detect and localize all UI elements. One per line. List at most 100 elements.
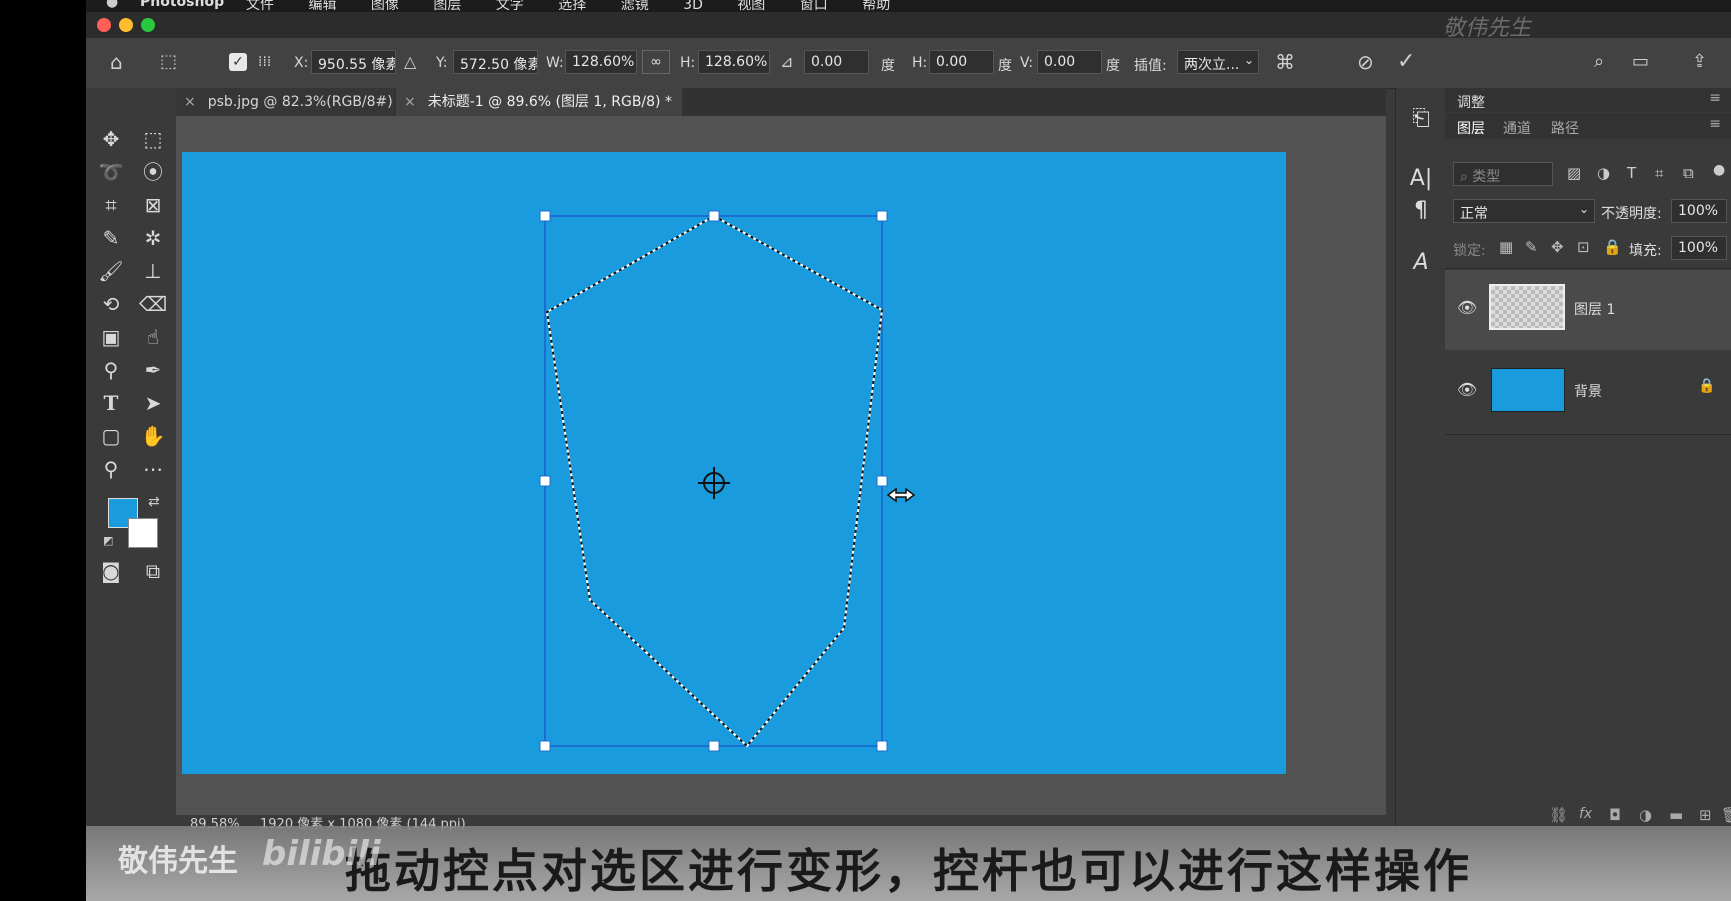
workspace-icon[interactable]: ▭ bbox=[1632, 52, 1649, 72]
menu-item[interactable]: 图像 bbox=[371, 0, 399, 12]
swap-colors-icon[interactable]: ⇄ bbox=[148, 494, 160, 510]
eraser-tool-icon[interactable]: ⌫ bbox=[138, 289, 168, 319]
crop-tool-icon[interactable]: ⌗ bbox=[96, 190, 126, 220]
brush-tool-icon[interactable]: 🖌 bbox=[96, 256, 126, 286]
commit-transform-icon[interactable]: ✓ bbox=[1397, 51, 1415, 73]
tab-channels[interactable]: 通道 bbox=[1503, 118, 1531, 138]
share-icon[interactable]: ⇪ bbox=[1692, 52, 1707, 72]
menu-item[interactable]: 文件 bbox=[246, 0, 274, 12]
menu-item[interactable]: 视图 bbox=[737, 0, 765, 12]
path-selection-tool-icon[interactable]: ➤ bbox=[138, 388, 168, 418]
relative-position-icon[interactable]: △ bbox=[404, 52, 416, 72]
visibility-eye-icon[interactable]: 👁 bbox=[1457, 298, 1477, 317]
transform-handle[interactable] bbox=[539, 475, 551, 487]
default-colors-icon[interactable]: ◩ bbox=[103, 534, 113, 547]
filter-toggle-icon[interactable]: ● bbox=[1713, 162, 1725, 178]
panel-menu-icon[interactable]: ≡ bbox=[1709, 116, 1721, 132]
y-position-field[interactable]: 572.50 像素 bbox=[453, 50, 538, 74]
filter-adjustment-icon[interactable]: ◑ bbox=[1597, 164, 1610, 182]
type-tool-icon[interactable]: T bbox=[96, 388, 126, 418]
close-tab-icon[interactable]: × bbox=[404, 94, 416, 110]
move-tool-icon[interactable]: ✥ bbox=[96, 124, 126, 154]
history-brush-tool-icon[interactable]: ⟲ bbox=[96, 289, 126, 319]
transform-handle[interactable] bbox=[708, 740, 720, 752]
zoom-window-button[interactable] bbox=[141, 18, 155, 32]
lock-artboard-icon[interactable]: ⊡ bbox=[1577, 238, 1590, 256]
vskew-field[interactable]: 0.00 bbox=[1037, 50, 1102, 74]
layer-name[interactable]: 背景 bbox=[1574, 381, 1602, 401]
add-mask-icon[interactable]: ◘ bbox=[1609, 806, 1621, 824]
marquee-tool-icon[interactable]: ⬚ bbox=[138, 124, 168, 154]
fill-field[interactable]: 100% bbox=[1671, 236, 1727, 260]
history-icon[interactable]: ⎗ bbox=[1406, 104, 1436, 134]
layer-row-layer-1[interactable]: 👁 图层 1 bbox=[1445, 270, 1731, 350]
background-color-swatch[interactable] bbox=[128, 518, 158, 548]
stamp-tool-icon[interactable]: ⊥ bbox=[138, 256, 168, 286]
eyedropper-tool-icon[interactable]: ✎ bbox=[96, 223, 126, 253]
glyphs-icon[interactable]: A bbox=[1406, 248, 1436, 278]
lock-pixels-icon[interactable]: ✎ bbox=[1525, 238, 1538, 256]
dodge-tool-icon[interactable]: ⚲ bbox=[96, 355, 126, 385]
pen-tool-icon[interactable]: ✒ bbox=[138, 355, 168, 385]
interpolation-select[interactable]: 两次立... ⌄ bbox=[1177, 50, 1259, 74]
reference-point-icon[interactable] bbox=[698, 467, 730, 499]
adjustment-layer-icon[interactable]: ◑ bbox=[1639, 806, 1652, 824]
hskew-field[interactable]: 0.00 bbox=[929, 50, 994, 74]
menu-app-name[interactable]: Photoshop bbox=[140, 0, 224, 10]
lock-all-icon[interactable]: 🔒 bbox=[1603, 238, 1622, 256]
home-icon[interactable]: ⌂ bbox=[110, 52, 123, 72]
lock-transparency-icon[interactable]: ▦ bbox=[1499, 238, 1513, 256]
filter-pixel-icon[interactable]: ▨ bbox=[1567, 164, 1581, 182]
more-tools-icon[interactable]: ⋯ bbox=[138, 454, 168, 484]
height-field[interactable]: 128.60% bbox=[698, 50, 770, 74]
menu-item[interactable]: 图层 bbox=[433, 0, 461, 12]
menu-item[interactable]: 3D bbox=[683, 0, 703, 12]
lock-icon[interactable]: 🔒 bbox=[1698, 378, 1715, 394]
reference-point-icon[interactable]: ⁞⁞⁞ bbox=[258, 52, 271, 72]
cancel-transform-icon[interactable]: ⊘ bbox=[1357, 52, 1374, 72]
transform-handle[interactable] bbox=[876, 475, 888, 487]
menu-item[interactable]: 滤镜 bbox=[621, 0, 649, 12]
link-icon[interactable]: ∞ bbox=[642, 50, 670, 74]
delete-layer-icon[interactable]: 🗑 bbox=[1721, 806, 1731, 824]
zoom-tool-icon[interactable]: ⚲ bbox=[96, 454, 126, 484]
filter-shape-icon[interactable]: ⌗ bbox=[1655, 164, 1663, 182]
layer-name[interactable]: 图层 1 bbox=[1574, 299, 1615, 319]
quick-selection-tool-icon[interactable]: ⦿ bbox=[138, 157, 168, 187]
new-group-icon[interactable]: ▬ bbox=[1669, 806, 1683, 824]
filter-smart-object-icon[interactable]: ⧉ bbox=[1683, 164, 1694, 182]
transform-handle[interactable] bbox=[876, 210, 888, 222]
close-window-button[interactable] bbox=[97, 18, 111, 32]
tab-adjustments[interactable]: 调整 bbox=[1457, 92, 1485, 112]
tab-untitled-1[interactable]: × 未标题-1 @ 89.6% (图层 1, RGB/8) * bbox=[396, 88, 682, 116]
layer-style-icon[interactable]: fx bbox=[1579, 806, 1592, 822]
menu-item[interactable]: 帮助 bbox=[862, 0, 890, 12]
shape-tool-icon[interactable]: ▢ bbox=[96, 421, 126, 451]
tab-layers[interactable]: 图层 bbox=[1457, 118, 1485, 138]
paragraph-icon[interactable]: ¶ bbox=[1406, 196, 1436, 226]
blend-mode-select[interactable]: 正常 ⌄ bbox=[1453, 199, 1595, 223]
layer-filter-search[interactable]: ⌕ 类型 bbox=[1453, 162, 1553, 186]
close-tab-icon[interactable]: × bbox=[184, 94, 196, 110]
document-canvas[interactable] bbox=[182, 152, 1286, 774]
menu-item[interactable]: 窗口 bbox=[800, 0, 828, 12]
transform-handle[interactable] bbox=[539, 210, 551, 222]
x-position-field[interactable]: 950.55 像素 bbox=[311, 50, 396, 74]
lasso-tool-icon[interactable]: ➰ bbox=[96, 157, 126, 187]
transform-handle[interactable] bbox=[539, 740, 551, 752]
warp-mode-icon[interactable]: ⌘ bbox=[1275, 52, 1295, 72]
reference-point-checkbox[interactable]: ✓ bbox=[229, 53, 247, 71]
transform-handle[interactable] bbox=[876, 740, 888, 752]
tab-psb[interactable]: × psb.jpg @ 82.3%(RGB/8#) * bbox=[176, 88, 404, 116]
screen-mode-icon[interactable]: ⧉ bbox=[138, 556, 168, 586]
frame-tool-icon[interactable]: ⊠ bbox=[138, 190, 168, 220]
opacity-field[interactable]: 100% bbox=[1671, 199, 1727, 223]
search-icon[interactable]: ⌕ bbox=[1594, 52, 1604, 72]
panel-menu-icon[interactable]: ≡ bbox=[1709, 90, 1721, 106]
minimize-window-button[interactable] bbox=[119, 18, 133, 32]
layer-row-background[interactable]: 👁 背景 🔒 bbox=[1445, 352, 1731, 432]
link-layers-icon[interactable]: ⛓ bbox=[1549, 806, 1568, 824]
transform-preset-icon[interactable]: ⬚ bbox=[160, 52, 177, 72]
apple-icon[interactable]: ● bbox=[106, 0, 118, 10]
transform-handle[interactable] bbox=[708, 210, 720, 222]
